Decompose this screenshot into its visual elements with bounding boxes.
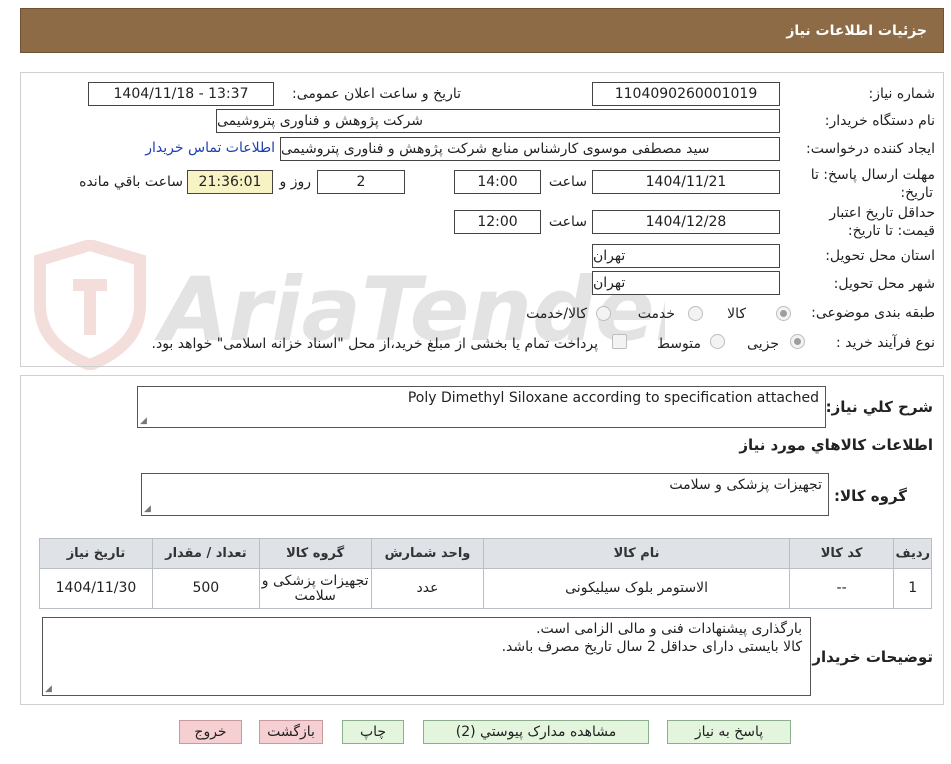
cell-code: -- bbox=[788, 568, 895, 609]
buyer-org-label: نام دستگاه خریدار: bbox=[824, 113, 935, 129]
col-name: نام کالا bbox=[483, 538, 790, 569]
buyer-note-line-2: کالا بایستی دارای حداقل 2 سال تاریخ مصرف… bbox=[501, 639, 802, 655]
remaining-time-field: 21:36:01 bbox=[187, 170, 273, 194]
buyer-org-field: شرکت پژوهش و فناوری پتروشیمی bbox=[216, 109, 780, 133]
page-title: جزئیات اطلاعات نیاز bbox=[786, 22, 927, 39]
col-unit: واحد شمارش bbox=[370, 538, 485, 569]
print-button[interactable]: چاپ bbox=[342, 720, 404, 744]
goods-group-textarea[interactable]: تجهیزات پزشکی و سلامت ◢ bbox=[141, 473, 829, 516]
exit-button[interactable]: خروج bbox=[179, 720, 242, 744]
process-option-medium: متوسط bbox=[657, 336, 701, 352]
process-radio-medium[interactable] bbox=[710, 334, 725, 349]
city-field: تهران bbox=[592, 271, 780, 295]
treasury-payment-checkbox[interactable] bbox=[612, 334, 627, 349]
creator-field: سید مصطفی موسوی کارشناس منابع شرکت پژوهش… bbox=[280, 137, 780, 161]
category-radio-service[interactable] bbox=[688, 306, 703, 321]
need-number-field: 1104090260001019 bbox=[592, 82, 780, 106]
resize-grip-icon: ◢ bbox=[45, 684, 52, 694]
province-field: تهران bbox=[592, 244, 780, 268]
cell-group: تجهیزات پزشکی و سلامت bbox=[258, 568, 372, 609]
remaining-time-label: ساعت باقي مانده bbox=[79, 174, 183, 190]
table-header-row: رديف کد کالا نام کالا واحد شمارش گروه کا… bbox=[39, 538, 932, 569]
validity-time-field: 12:00 bbox=[454, 210, 541, 234]
cell-unit: عدد bbox=[370, 568, 485, 609]
resize-grip-icon: ◢ bbox=[140, 416, 147, 426]
creator-label: ایجاد کننده درخواست: bbox=[806, 141, 935, 157]
process-radio-minor[interactable] bbox=[790, 334, 805, 349]
need-number-label: شماره نیاز: bbox=[868, 86, 936, 102]
buyer-contact-link[interactable]: اطلاعات تماس خریدار bbox=[145, 140, 275, 156]
province-label: استان محل تحویل: bbox=[825, 248, 935, 264]
cell-name: الاستومر بلوک سیلیکونی bbox=[483, 568, 790, 609]
category-radio-goods-service[interactable] bbox=[596, 306, 611, 321]
reply-time-label: ساعت bbox=[548, 174, 587, 190]
description-textarea[interactable]: Poly Dimethyl Siloxane according to spec… bbox=[137, 386, 826, 428]
back-button[interactable]: بازگشت bbox=[259, 720, 323, 744]
process-type-label: نوع فرآیند خرید : bbox=[836, 335, 935, 351]
reply-deadline-label-2: تاریخ: bbox=[900, 185, 933, 201]
treasury-payment-note: پرداخت تمام یا بخشی از مبلغ خرید،از محل … bbox=[151, 336, 598, 352]
cell-group-line2: سلامت bbox=[294, 587, 336, 604]
resize-grip-icon: ◢ bbox=[144, 504, 151, 514]
col-group: گروه کالا bbox=[258, 538, 372, 569]
cell-row: 1 bbox=[893, 568, 932, 609]
buyer-notes-textarea[interactable]: بارگذاری پیشنهادات فنی و مالی الزامی است… bbox=[42, 617, 811, 696]
reply-deadline-label: مهلت ارسال پاسخ: تا bbox=[810, 167, 935, 183]
table-row: 1 -- الاستومر بلوک سیلیکونی عدد تجهیزات … bbox=[39, 568, 932, 609]
validity-time-label: ساعت bbox=[548, 214, 587, 230]
category-radio-goods[interactable] bbox=[776, 306, 791, 321]
goods-group-label: گروه کالا: bbox=[834, 487, 907, 505]
days-remaining-field: 2 bbox=[317, 170, 405, 194]
col-date: تاریخ نیاز bbox=[39, 538, 153, 569]
reply-button[interactable]: پاسخ به نیاز bbox=[667, 720, 791, 744]
cell-group-line1: تجهیزات پزشکی و bbox=[261, 572, 369, 589]
cell-qty: 500 bbox=[151, 568, 260, 609]
category-option-service: خدمت bbox=[637, 306, 675, 322]
process-option-minor: جزیی bbox=[747, 336, 779, 352]
goods-section-title: اطلاعات کالاهاي مورد نياز bbox=[739, 436, 933, 454]
city-label: شهر محل تحویل: bbox=[833, 276, 935, 292]
buyer-note-line-1: بارگذاری پیشنهادات فنی و مالی الزامی است… bbox=[536, 621, 802, 637]
category-option-goods: کالا bbox=[727, 306, 746, 322]
announce-date-field: 1404/11/18 - 13:37 bbox=[88, 82, 274, 106]
category-label: طبقه بندی موضوعی: bbox=[811, 305, 935, 321]
col-row: رديف bbox=[893, 538, 932, 569]
reply-date-field: 1404/11/21 bbox=[592, 170, 780, 194]
validity-label-2: قیمت: تا تاریخ: bbox=[847, 223, 935, 239]
description-text: Poly Dimethyl Siloxane according to spec… bbox=[407, 390, 819, 406]
validity-date-field: 1404/12/28 bbox=[592, 210, 780, 234]
page-header: جزئیات اطلاعات نیاز bbox=[20, 8, 944, 53]
goods-group-text: تجهیزات پزشکی و سلامت bbox=[669, 477, 822, 493]
description-label: شرح كلي نياز: bbox=[825, 398, 933, 416]
reply-time-field: 14:00 bbox=[454, 170, 541, 194]
days-label: روز و bbox=[279, 174, 312, 190]
col-code: کد کالا bbox=[788, 538, 895, 569]
announce-date-label: تاریخ و ساعت اعلان عمومی: bbox=[292, 86, 461, 102]
validity-label: حداقل تاریخ اعتبار bbox=[829, 205, 935, 221]
buyer-notes-label: توضیحات خریدار: bbox=[806, 648, 933, 666]
cell-date: 1404/11/30 bbox=[39, 568, 153, 609]
category-option-goods-service: کالا/خدمت bbox=[526, 306, 587, 322]
attachments-button[interactable]: مشاهده مدارک پیوستي (2) bbox=[423, 720, 649, 744]
col-qty: تعداد / مقدار bbox=[151, 538, 260, 569]
goods-table: رديف کد کالا نام کالا واحد شمارش گروه کا… bbox=[39, 538, 932, 609]
